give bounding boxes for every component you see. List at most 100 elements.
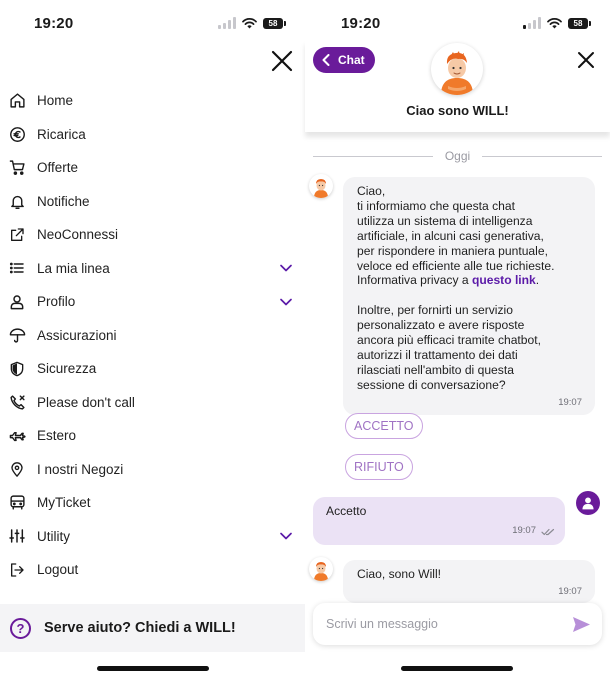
send-icon bbox=[572, 616, 590, 632]
menu-item-la-mia-linea[interactable]: La mia linea bbox=[0, 252, 305, 286]
message-line: personalizzato e avere risposte bbox=[357, 318, 525, 333]
message-meta: 19:07 bbox=[512, 524, 555, 539]
menu-item-assicurazioni[interactable]: Assicurazioni bbox=[0, 319, 305, 353]
menu-item-estero[interactable]: Estero bbox=[0, 419, 305, 453]
menu-item-label: La mia linea bbox=[37, 260, 110, 276]
cart-icon bbox=[8, 159, 26, 177]
list-icon bbox=[8, 259, 26, 277]
chevron-down-icon[interactable] bbox=[279, 295, 293, 309]
message-line: Ciao, bbox=[357, 184, 386, 198]
message-line: veloce ed efficiente alle tue richieste. bbox=[357, 258, 555, 273]
help-icon: ? bbox=[10, 617, 31, 639]
cellular-signal-icon bbox=[523, 17, 541, 29]
will-avatar bbox=[431, 43, 483, 95]
chevron-down-icon[interactable] bbox=[279, 261, 293, 275]
home-indicator bbox=[97, 666, 209, 671]
status-bar: 19:20 58 bbox=[0, 0, 305, 46]
message-composer bbox=[313, 603, 602, 645]
menu-item-myticket[interactable]: MyTicket bbox=[0, 486, 305, 520]
euro-icon bbox=[8, 125, 26, 143]
menu-item-i-nostri-negozi[interactable]: I nostri Negozi bbox=[0, 453, 305, 487]
will-mascot-icon bbox=[441, 51, 473, 95]
menu-item-label: Offerte bbox=[37, 160, 79, 176]
bus-icon bbox=[8, 494, 26, 512]
double-check-icon bbox=[541, 528, 555, 535]
privacy-line: Informativa privacy a questo link. bbox=[357, 273, 582, 288]
close-chat-icon[interactable] bbox=[576, 50, 596, 70]
message-input[interactable] bbox=[326, 617, 570, 631]
menu-item-ricarica[interactable]: Ricarica bbox=[0, 118, 305, 152]
status-time: 19:20 bbox=[34, 14, 74, 32]
status-icons: 58 bbox=[218, 17, 286, 29]
date-divider: Oggi bbox=[313, 149, 603, 163]
message-time: 19:07 bbox=[558, 396, 582, 408]
menu-item-utility[interactable]: Utility bbox=[0, 520, 305, 554]
reject-quick-reply-button[interactable]: RIFIUTO bbox=[345, 454, 413, 480]
back-to-chat-button[interactable]: Chat bbox=[313, 47, 375, 73]
menu-item-label: Logout bbox=[37, 562, 79, 578]
home-indicator bbox=[401, 666, 513, 671]
message-line: Inoltre, per fornirti un servizio bbox=[357, 303, 513, 318]
menu-item-label: Notifiche bbox=[37, 193, 90, 209]
send-button[interactable] bbox=[570, 613, 592, 635]
plane-icon bbox=[8, 427, 26, 445]
menu-item-offerte[interactable]: Offerte bbox=[0, 151, 305, 185]
menu-item-label: Utility bbox=[37, 528, 70, 544]
message-line: rilasciati nell'ambito di questa bbox=[357, 362, 514, 377]
message-line: utilizza un sistema di intelligenza bbox=[357, 213, 533, 228]
chat-panel: 19:20 58 Chat Ciao sono WILL! Oggi Ciao,… bbox=[305, 0, 610, 679]
chevron-down-icon[interactable] bbox=[279, 529, 293, 543]
menu-item-label: I nostri Negozi bbox=[37, 461, 124, 477]
side-menu-panel: 19:20 58 Home Ricarica Offerte Notifiche bbox=[0, 0, 305, 679]
menu-item-label: Profilo bbox=[37, 294, 76, 310]
menu-item-profilo[interactable]: Profilo bbox=[0, 285, 305, 319]
privacy-prefix: Informativa privacy a bbox=[357, 273, 472, 288]
will-mascot-icon bbox=[314, 562, 328, 581]
logout-icon bbox=[8, 561, 26, 579]
menu-item-sicurezza[interactable]: Sicurezza bbox=[0, 352, 305, 386]
menu-item-label: MyTicket bbox=[37, 495, 91, 511]
menu-item-label: Please don't call bbox=[37, 394, 135, 410]
divider-line bbox=[313, 155, 433, 157]
user-message: Accetto 19:07 bbox=[313, 497, 565, 545]
ask-will-help-button[interactable]: ? Serve aiuto? Chiedi a WILL! bbox=[0, 604, 305, 652]
bot-avatar bbox=[309, 557, 333, 581]
message-line: ti informiamo che questa chat bbox=[357, 198, 515, 213]
bot-message-greeting: Ciao, sono Will! 19:07 bbox=[343, 560, 595, 603]
menu-list: Home Ricarica Offerte Notifiche NeoConne… bbox=[0, 84, 305, 587]
accept-quick-reply-button[interactable]: ACCETTO bbox=[345, 413, 423, 439]
privacy-suffix: . bbox=[535, 273, 540, 288]
message-line: ancora più efficaci tramite chatbot, bbox=[357, 333, 541, 348]
help-label: Serve aiuto? Chiedi a WILL! bbox=[44, 620, 236, 636]
location-pin-icon bbox=[8, 460, 26, 478]
bell-icon bbox=[8, 192, 26, 210]
message-line: artificiale, in alcuni casi generativa, bbox=[357, 228, 544, 243]
user-avatar bbox=[576, 491, 600, 515]
message-text: Accetto bbox=[326, 504, 367, 518]
will-mascot-icon bbox=[314, 179, 328, 198]
menu-item-label: Ricarica bbox=[37, 126, 86, 142]
close-menu-icon[interactable] bbox=[269, 48, 295, 74]
battery-icon: 58 bbox=[568, 17, 591, 29]
chat-title: Ciao sono WILL! bbox=[406, 103, 509, 118]
message-text: Ciao, sono Will! bbox=[357, 567, 442, 581]
menu-item-logout[interactable]: Logout bbox=[0, 553, 305, 587]
menu-item-label: Home bbox=[37, 93, 74, 109]
chevron-left-icon bbox=[322, 54, 330, 66]
privacy-link[interactable]: questo link bbox=[472, 273, 536, 287]
wifi-icon bbox=[547, 17, 562, 28]
menu-item-notifiche[interactable]: Notifiche bbox=[0, 185, 305, 219]
menu-item-home[interactable]: Home bbox=[0, 84, 305, 118]
message-time: 19:07 bbox=[512, 525, 536, 537]
phone-off-icon bbox=[8, 393, 26, 411]
message-line: per rispondere in maniera puntuale, bbox=[357, 243, 548, 258]
cellular-signal-icon bbox=[218, 17, 236, 29]
bot-avatar bbox=[309, 174, 333, 198]
status-icons: 58 bbox=[523, 17, 591, 29]
menu-item-neoconnessi[interactable]: NeoConnessi bbox=[0, 218, 305, 252]
menu-item-please-dont-call[interactable]: Please don't call bbox=[0, 386, 305, 420]
message-time: 19:07 bbox=[558, 585, 582, 597]
external-link-icon bbox=[8, 226, 26, 244]
status-time: 19:20 bbox=[341, 14, 381, 32]
